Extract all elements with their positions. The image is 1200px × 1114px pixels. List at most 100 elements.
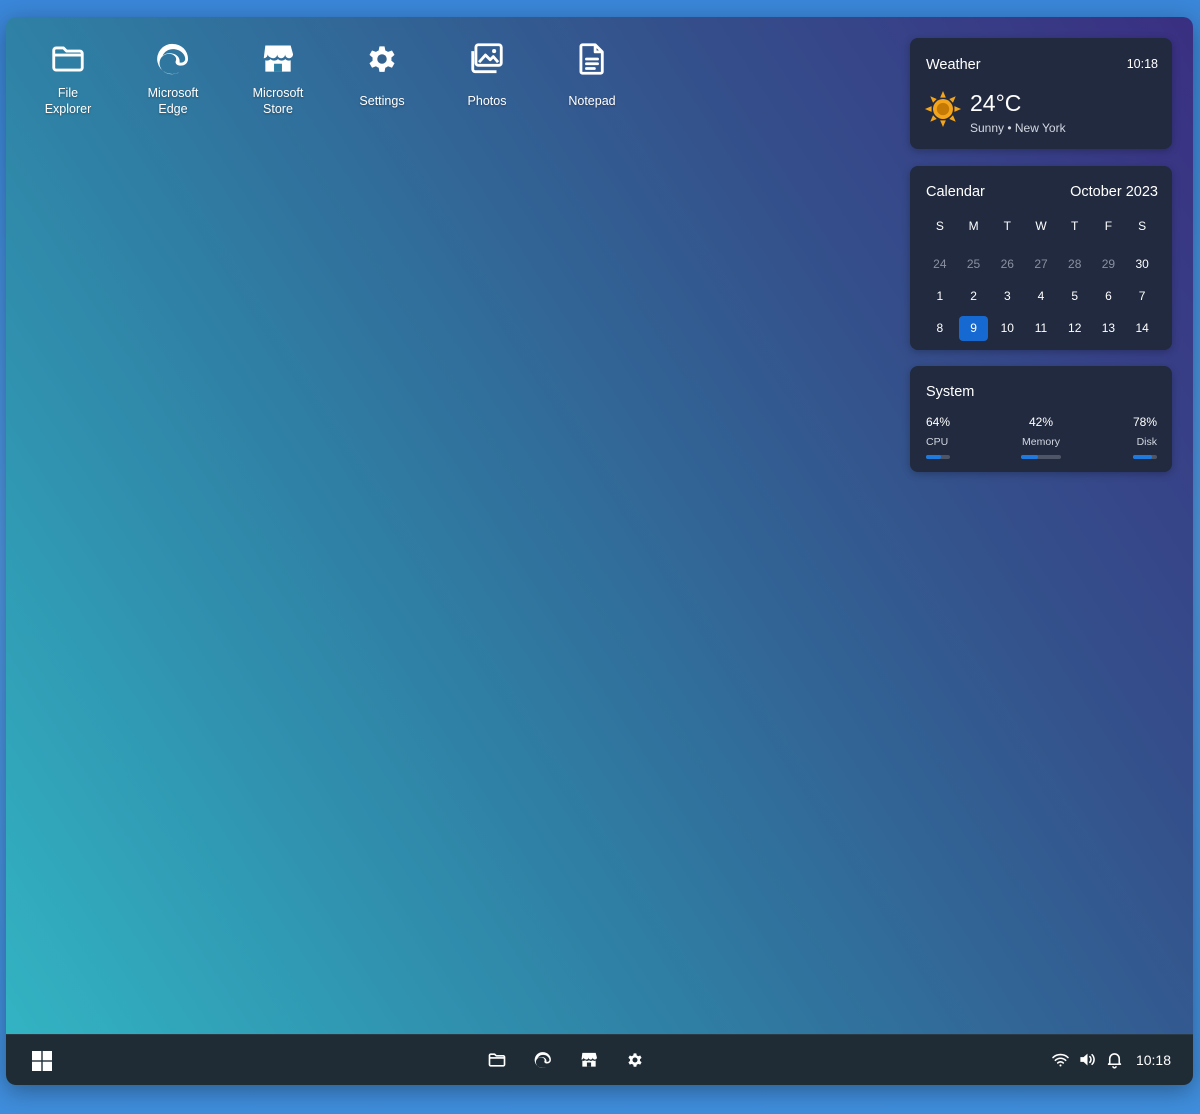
desktop-icon-notepad[interactable]: Notepad xyxy=(547,39,637,131)
calendar-day[interactable]: 2 xyxy=(957,280,991,312)
desktop-icon-label: Settings xyxy=(359,94,405,108)
desktop-icon-file-explorer[interactable]: File Explorer xyxy=(23,39,113,131)
calendar-day[interactable]: 4 xyxy=(1024,280,1058,312)
desktop-icon-photos[interactable]: Photos xyxy=(442,39,532,131)
weather-temperature: 24°C xyxy=(970,90,1022,116)
calendar-day-number: 25 xyxy=(966,257,981,271)
calendar-day-number: 4 xyxy=(1037,289,1045,303)
calendar-weekday: F xyxy=(1104,219,1113,233)
taskbar: 10:18 xyxy=(6,1034,1193,1085)
edge-icon xyxy=(534,1052,551,1068)
taskbar-store[interactable] xyxy=(578,1049,600,1071)
cpu-percent: 64% xyxy=(926,415,951,429)
calendar-day-number: 8 xyxy=(936,321,944,335)
desktop-icon-settings[interactable]: Settings xyxy=(337,39,427,131)
calendar-weekday: S xyxy=(1138,219,1147,233)
calendar-day-number: 27 xyxy=(1034,257,1048,271)
calendar-day[interactable]: 7 xyxy=(1125,280,1159,312)
desktop-icon-label: Notepad xyxy=(568,94,616,108)
calendar-widget[interactable]: Calendar October 2023 S M T W T F S 24 25 26 27 28 2… xyxy=(910,166,1172,350)
calendar-day-number: 6 xyxy=(1105,289,1112,303)
memory-bar-fill xyxy=(1021,455,1038,459)
calendar-day[interactable]: 8 xyxy=(923,312,957,344)
desktop-icon-label: Photos xyxy=(467,94,507,108)
calendar-weekday: M xyxy=(968,219,979,233)
desktop-icon-microsoft-edge[interactable]: Microsoft Edge xyxy=(128,39,218,131)
calendar-day[interactable]: 6 xyxy=(1092,280,1126,312)
desktop-icon-label: Microsoft Edge xyxy=(147,86,199,116)
disk-bar-fill xyxy=(1133,455,1152,459)
calendar-month: October 2023 xyxy=(1070,184,1158,200)
calendar-day[interactable]: 28 xyxy=(1058,248,1092,280)
calendar-day[interactable]: 27 xyxy=(1024,248,1058,280)
calendar-day-number: 12 xyxy=(1068,321,1082,335)
calendar-weekday: W xyxy=(1035,219,1047,233)
edge-icon xyxy=(153,39,193,79)
calendar-day[interactable]: 24 xyxy=(923,248,957,280)
weather-time: 10:18 xyxy=(1126,57,1158,71)
disk-label: Disk xyxy=(1136,436,1157,448)
calendar-day-number: 3 xyxy=(1003,289,1011,303)
calendar-day[interactable]: 3 xyxy=(990,280,1024,312)
calendar-day-number: 9 xyxy=(959,315,989,341)
photos-icon xyxy=(467,39,507,79)
memory-percent: 42% xyxy=(1028,415,1054,429)
calendar-day[interactable]: 1 xyxy=(923,280,957,312)
system-tray: 10:18 xyxy=(1051,1050,1171,1069)
calendar-day[interactable]: 12 xyxy=(1058,312,1092,344)
folder-icon xyxy=(48,39,88,79)
calendar-day-number: 30 xyxy=(1135,257,1149,271)
calendar-weekday: T xyxy=(1003,219,1011,233)
bell-icon[interactable] xyxy=(1105,1050,1124,1069)
calendar-day-number: 28 xyxy=(1068,257,1082,271)
calendar-day-number: 11 xyxy=(1034,321,1048,335)
store-icon xyxy=(258,39,298,79)
calendar-day[interactable]: 5 xyxy=(1058,280,1092,312)
calendar-title: Calendar xyxy=(926,184,985,200)
calendar-day-number: 10 xyxy=(1000,321,1014,335)
volume-icon[interactable] xyxy=(1078,1050,1097,1069)
system-title: System xyxy=(926,384,975,400)
calendar-day[interactable]: 26 xyxy=(990,248,1024,280)
taskbar-edge[interactable] xyxy=(532,1049,554,1071)
windows-logo-icon xyxy=(32,1051,52,1071)
desktop-icon-microsoft-store[interactable]: Microsoft Store xyxy=(233,39,323,131)
calendar-day[interactable]: 14 xyxy=(1125,312,1159,344)
calendar-weekday: T xyxy=(1071,219,1079,233)
system-memory: 42% Memory xyxy=(1021,415,1061,459)
taskbar-settings[interactable] xyxy=(624,1049,646,1071)
memory-label: Memory xyxy=(1022,436,1060,448)
sun-icon xyxy=(924,90,962,128)
calendar-day[interactable]: 30 xyxy=(1125,248,1159,280)
taskbar-file-explorer[interactable] xyxy=(486,1049,508,1071)
weather-widget[interactable]: Weather 10:18 24°C Sunny • New York xyxy=(910,38,1172,149)
calendar-grid: S M T W T F S 24 25 26 27 28 29 30 1 2 3 4 5 6 7 8 9 10 11 12 13 14 xyxy=(923,216,1159,344)
calendar-day-number: 1 xyxy=(936,289,944,303)
system-widget[interactable]: System 64% CPU 42% Memory 78% Disk xyxy=(910,366,1172,472)
calendar-day-today[interactable]: 9 xyxy=(957,312,991,344)
disk-bar xyxy=(1133,455,1157,459)
start-button[interactable] xyxy=(32,1051,52,1071)
calendar-day[interactable]: 25 xyxy=(957,248,991,280)
wifi-icon[interactable] xyxy=(1051,1050,1070,1069)
notepad-icon xyxy=(572,39,612,79)
calendar-day[interactable]: 29 xyxy=(1092,248,1126,280)
calendar-day-number: 24 xyxy=(933,257,947,271)
calendar-day[interactable]: 10 xyxy=(990,312,1024,344)
calendar-day-number: 29 xyxy=(1101,257,1116,271)
memory-bar xyxy=(1021,455,1061,459)
desktop-icon-label: Microsoft Store xyxy=(252,86,304,116)
gear-icon xyxy=(628,1053,642,1067)
calendar-day-number: 14 xyxy=(1135,321,1149,335)
calendar-day[interactable]: 11 xyxy=(1024,312,1058,344)
system-cpu: 64% CPU xyxy=(926,415,950,459)
disk-percent: 78% xyxy=(1132,415,1157,429)
cpu-bar xyxy=(926,455,950,459)
taskbar-clock[interactable]: 10:18 xyxy=(1136,1052,1171,1068)
weather-condition: Sunny • New York xyxy=(970,121,1066,135)
cpu-label: CPU xyxy=(926,436,949,448)
desktop-icon-label: File Explorer xyxy=(44,86,92,116)
gear-icon xyxy=(362,39,402,79)
calendar-day-number: 5 xyxy=(1071,289,1079,303)
calendar-day[interactable]: 13 xyxy=(1092,312,1126,344)
